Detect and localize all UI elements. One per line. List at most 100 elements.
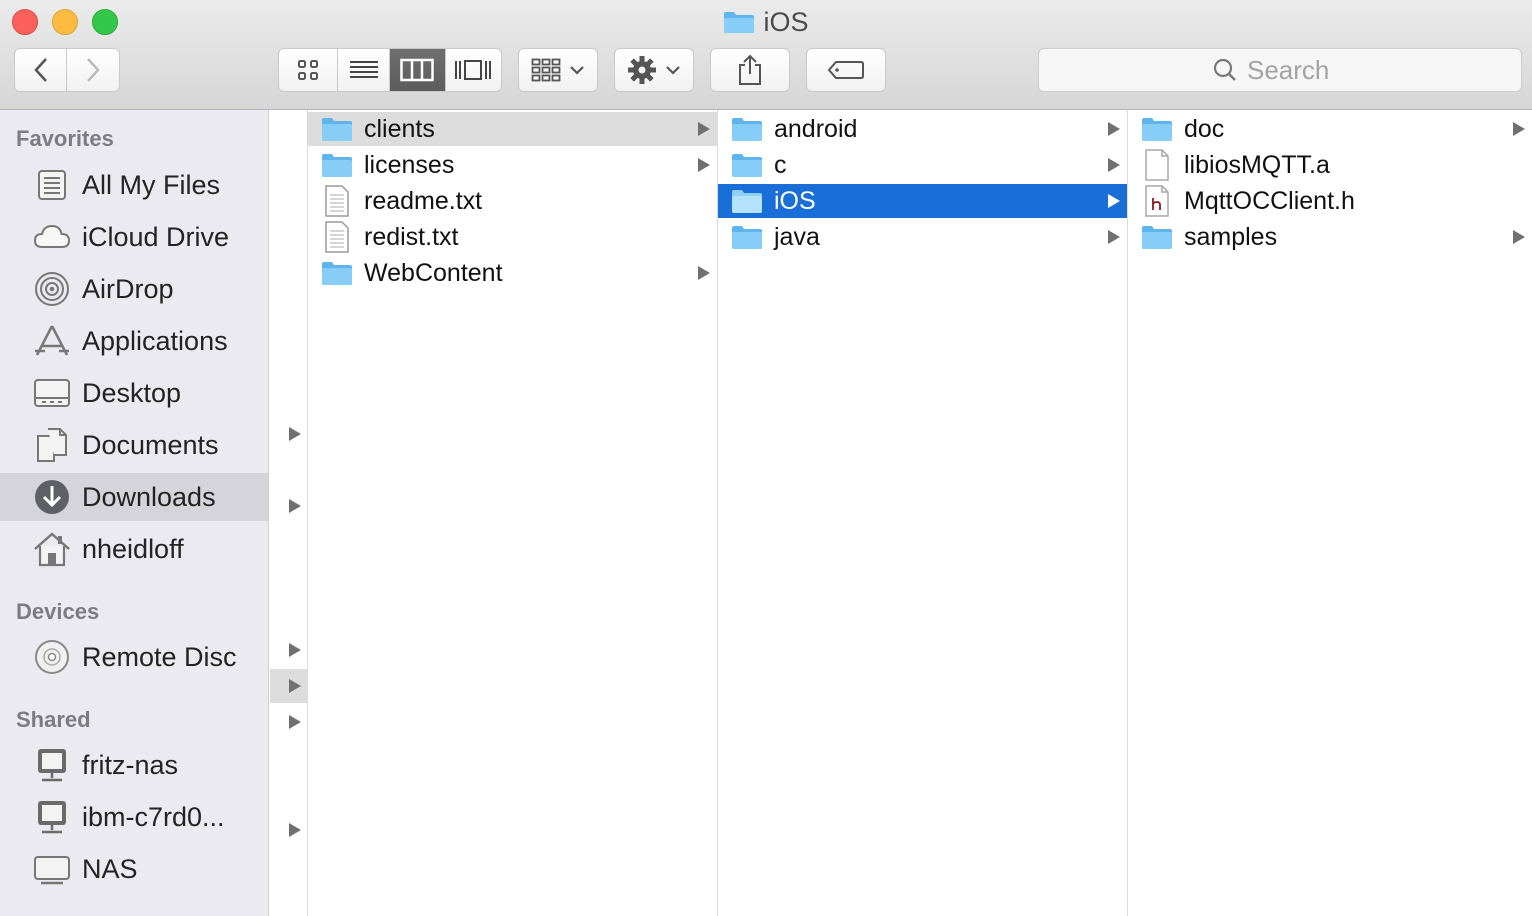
- chevron-down-icon: [666, 66, 680, 75]
- sidebar-item-nas[interactable]: NAS: [0, 845, 268, 893]
- column-view-icon: [400, 58, 434, 82]
- list-item-folder[interactable]: samples: [1128, 220, 1532, 254]
- search-input[interactable]: [1247, 54, 1347, 86]
- sidebar-item-label: fritz-nas: [82, 749, 179, 780]
- item-name: licenses: [364, 150, 455, 179]
- browser-column-1: clients licenses readme.txt redist.txt W…: [308, 110, 718, 916]
- disclosure-triangle-icon: [1512, 220, 1526, 254]
- list-item-folder[interactable]: c: [718, 148, 1127, 182]
- chevron-left-icon: [33, 58, 47, 82]
- share-icon: [739, 54, 761, 85]
- sidebar-item-label: ibm-c7rd0...: [82, 801, 225, 832]
- folder-icon: [1140, 114, 1174, 144]
- sidebar-item-label: iCloud Drive: [82, 221, 230, 252]
- network-drive-icon: [33, 850, 71, 888]
- folder-icon: [320, 258, 354, 288]
- view-mode-control: [278, 48, 502, 92]
- folder-icon: [320, 114, 354, 144]
- back-forward-control: [14, 48, 120, 92]
- search-field[interactable]: [1038, 48, 1522, 92]
- window-title-text: iOS: [763, 6, 809, 37]
- disclosure-triangle-icon: [1107, 184, 1121, 218]
- sidebar-item-label: Remote Disc: [82, 641, 237, 672]
- network-computer-icon: [33, 798, 71, 836]
- sidebar-item-label: Applications: [82, 325, 228, 356]
- sidebar-item-label: NAS: [82, 853, 138, 884]
- list-item-folder[interactable]: android: [718, 112, 1127, 146]
- sidebar-item-label: Documents: [82, 429, 219, 460]
- sidebar-item-desktop[interactable]: Desktop: [0, 369, 268, 417]
- folder-icon: [730, 186, 764, 216]
- share-button[interactable]: [710, 48, 790, 92]
- sidebar-item-home[interactable]: nheidloff: [0, 525, 268, 573]
- sidebar-item-label: Desktop: [82, 377, 182, 408]
- list-view-button[interactable]: [338, 49, 390, 91]
- item-name: MqttOCClient.h: [1184, 186, 1355, 215]
- gear-icon: [628, 56, 656, 84]
- sidebar-item-airdrop[interactable]: AirDrop: [0, 265, 268, 313]
- list-item-file[interactable]: MqttOCClient.h: [1128, 184, 1532, 218]
- list-item-file[interactable]: libiosMQTT.a: [1128, 148, 1532, 182]
- generic-document-icon: [1140, 149, 1174, 181]
- back-button[interactable]: [15, 49, 68, 91]
- toolbar: iOS: [0, 0, 1532, 110]
- forward-button[interactable]: [67, 49, 119, 91]
- sidebar-header-devices: Devices: [16, 599, 100, 624]
- folder-icon: [1140, 222, 1174, 252]
- disc-icon: [33, 638, 71, 676]
- sidebar-item-applications[interactable]: Applications: [0, 317, 268, 365]
- sidebar-item-fritz-nas[interactable]: fritz-nas: [0, 741, 268, 789]
- search-icon: [1213, 58, 1236, 81]
- sidebar-item-label: All My Files: [82, 169, 221, 200]
- list-view-icon: [349, 61, 378, 78]
- list-item-folder[interactable]: java: [718, 220, 1127, 254]
- item-name: WebContent: [364, 258, 503, 287]
- sidebar-item-remote-disc[interactable]: Remote Disc: [0, 633, 268, 681]
- list-item-folder[interactable]: licenses: [308, 148, 717, 182]
- list-item-folder[interactable]: clients: [308, 112, 717, 146]
- item-name: readme.txt: [364, 186, 483, 215]
- folder-icon: [730, 222, 764, 252]
- sidebar-item-label: Downloads: [82, 481, 216, 512]
- list-item-file[interactable]: readme.txt: [308, 184, 717, 218]
- sidebar-item-downloads[interactable]: Downloads: [0, 473, 268, 521]
- disclosure-triangle-icon: [1107, 148, 1121, 182]
- list-item-folder-selected[interactable]: iOS: [718, 184, 1127, 218]
- item-name: iOS: [774, 186, 816, 215]
- finder-window: iOS Search Favorites All My Files iCloud…: [0, 0, 1532, 916]
- sidebar-header-favorites: Favorites: [16, 126, 114, 151]
- disclosure-triangle-icon: [288, 669, 304, 703]
- parent-column: [270, 110, 308, 916]
- icon-view-icon: [298, 60, 319, 80]
- disclosure-triangle-icon: [1107, 112, 1121, 146]
- sidebar-item-label: AirDrop: [82, 273, 174, 304]
- tag-icon: [827, 61, 864, 79]
- sidebar-item-documents[interactable]: Documents: [0, 421, 268, 469]
- list-item-folder[interactable]: WebContent: [308, 256, 717, 290]
- icon-view-button[interactable]: [279, 49, 339, 91]
- icloud-icon: [33, 218, 71, 256]
- sidebar-item-all-my-files[interactable]: All My Files: [0, 161, 268, 209]
- item-name: doc: [1184, 114, 1225, 143]
- header-file-icon: [1140, 185, 1174, 217]
- chevron-down-icon: [570, 66, 584, 75]
- list-item-file[interactable]: redist.txt: [308, 220, 717, 254]
- folder-icon: [730, 114, 764, 144]
- cover-flow-view-button[interactable]: [446, 49, 502, 91]
- item-name: redist.txt: [364, 222, 459, 251]
- disclosure-triangle-icon: [697, 256, 711, 290]
- action-button[interactable]: [614, 48, 694, 92]
- item-name: samples: [1184, 222, 1278, 251]
- item-name: clients: [364, 114, 435, 143]
- column-view-button[interactable]: [390, 49, 446, 91]
- sidebar: Favorites All My Files iCloud Drive AirD…: [0, 110, 269, 916]
- list-item-folder[interactable]: doc: [1128, 112, 1532, 146]
- arrange-button[interactable]: [518, 48, 598, 92]
- tags-button[interactable]: [806, 48, 886, 92]
- disclosure-triangle-icon: [288, 417, 304, 451]
- item-name: libiosMQTT.a: [1184, 150, 1330, 179]
- documents-icon: [33, 426, 71, 464]
- disclosure-triangle-icon: [1107, 220, 1121, 254]
- sidebar-item-icloud-drive[interactable]: iCloud Drive: [0, 213, 268, 261]
- sidebar-item-ibm-computer[interactable]: ibm-c7rd0...: [0, 793, 268, 841]
